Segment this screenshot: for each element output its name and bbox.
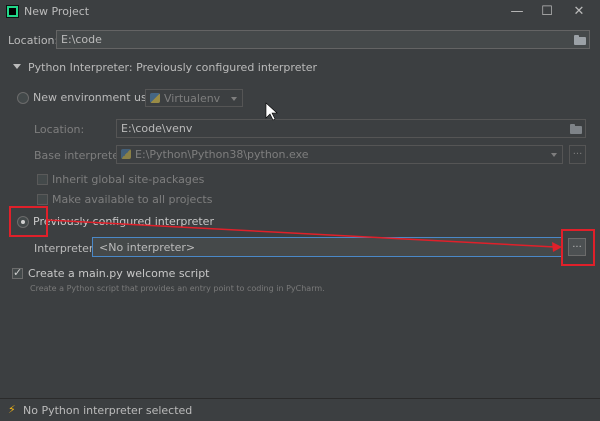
annotation-arrow [46,102,562,252]
status-bar: ⚡ No Python interpreter selected [0,398,600,421]
lightning-icon: ⚡ [8,403,16,416]
status-message: No Python interpreter selected [23,404,193,417]
